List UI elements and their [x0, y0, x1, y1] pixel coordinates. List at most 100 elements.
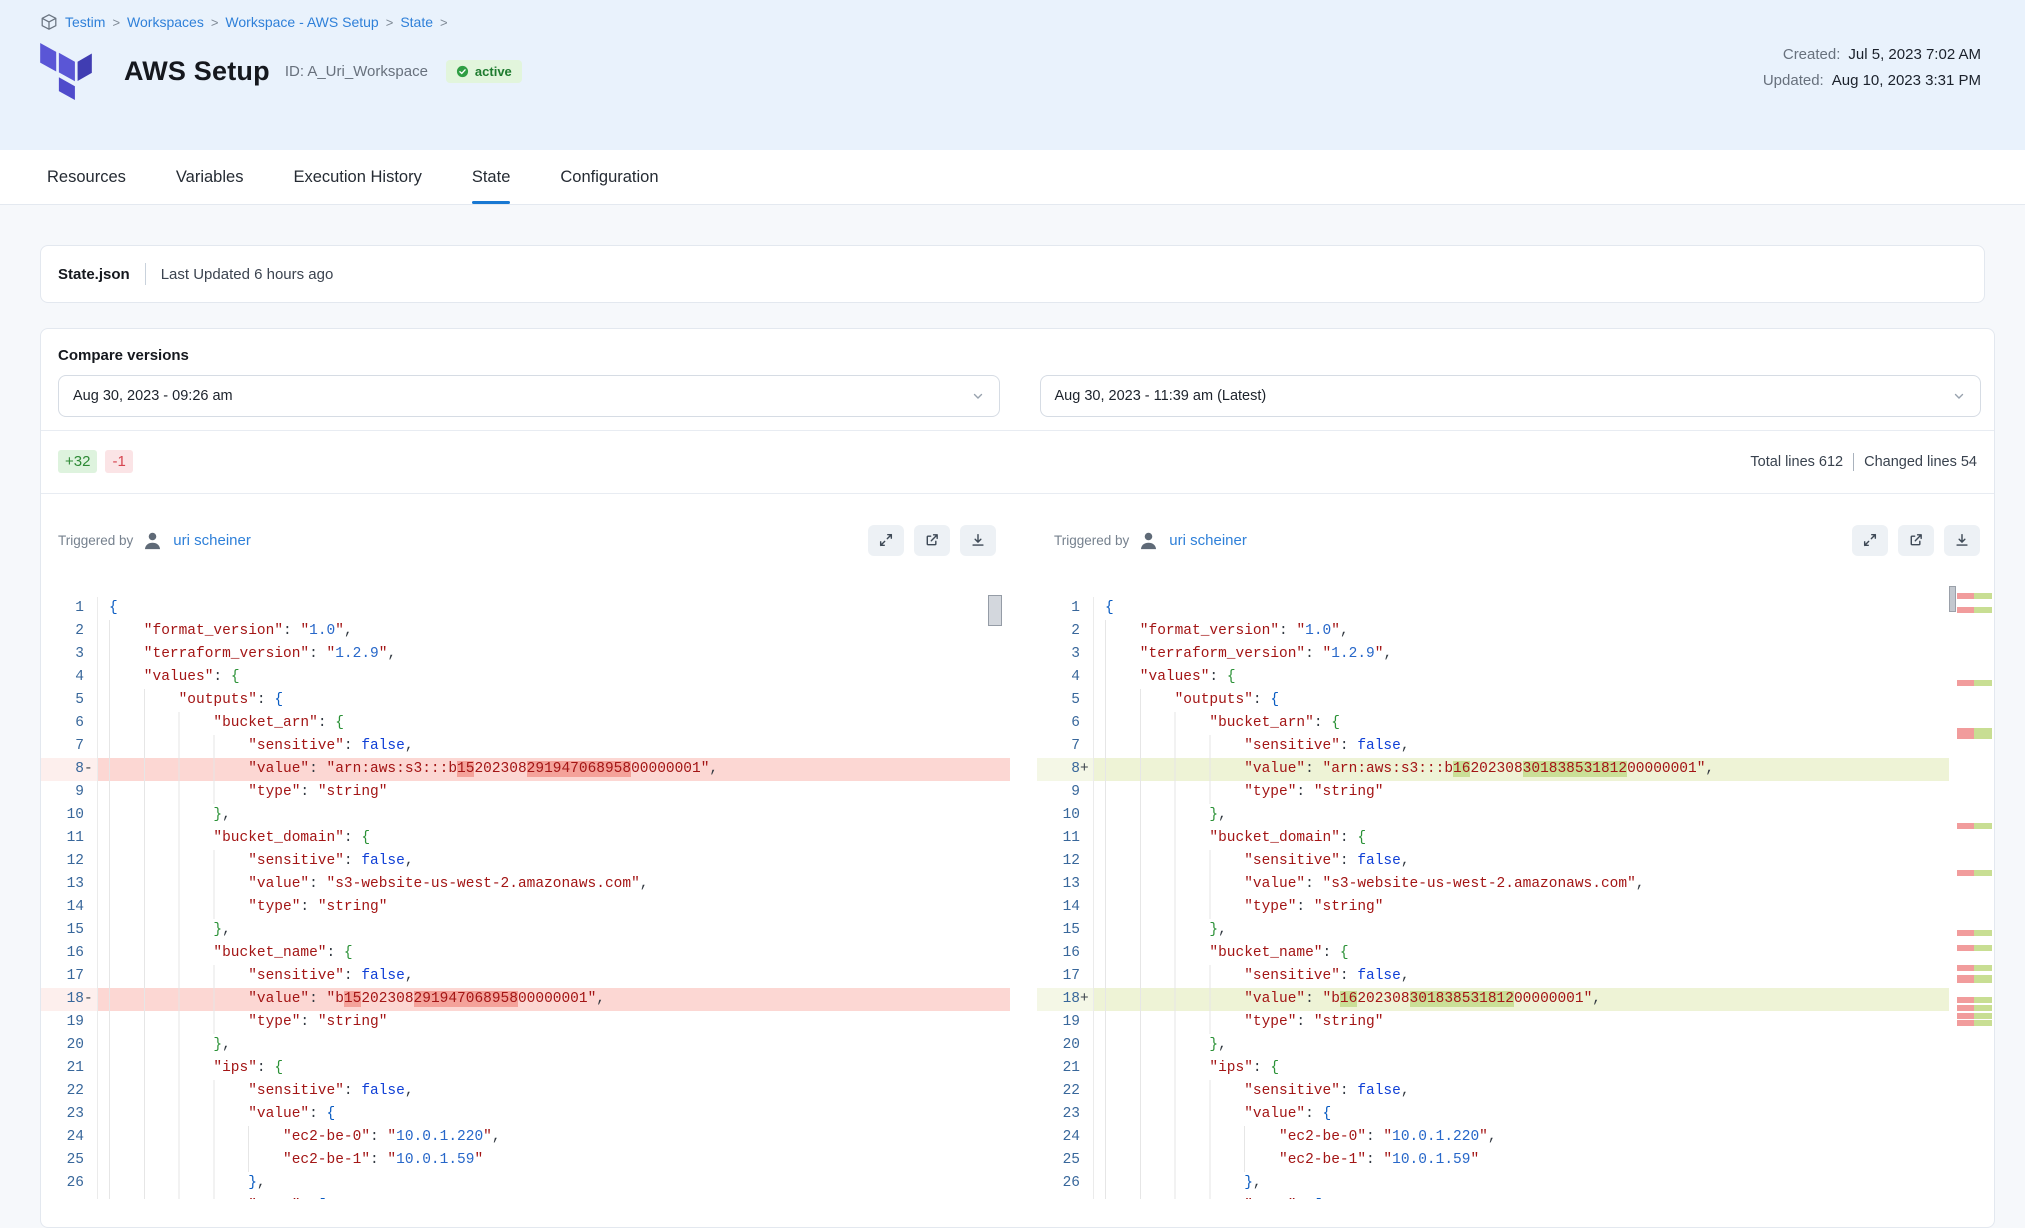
code-token: ,: [1383, 646, 1392, 662]
code-text: "bucket_name": {: [213, 942, 352, 965]
tab-resources[interactable]: Resources: [47, 150, 126, 204]
line-gutter: 16: [1037, 942, 1094, 965]
code-line: 13"value": "s3-website-us-west-2.amazona…: [41, 873, 1010, 896]
code-content: "bucket_domain": {: [1094, 827, 1949, 850]
code-line: 19"type": "string": [41, 1011, 1010, 1034]
page: Testim>Workspaces>Workspace - AWS Setup>…: [0, 0, 2025, 1228]
code-token: ,: [1488, 1129, 1497, 1145]
diff-mark-added: [1974, 997, 1992, 1003]
code-token: :: [1366, 1129, 1383, 1145]
code-token: :: [344, 853, 361, 869]
diff-mark-added: [1974, 823, 1992, 829]
diff-changed-text: 15: [344, 991, 361, 1007]
code-token: ,: [222, 807, 231, 823]
open-in-new-button[interactable]: [1898, 525, 1934, 556]
code-content: "type": "string": [1094, 1011, 1949, 1034]
code-token: :: [1340, 853, 1357, 869]
line-gutter: 3: [41, 643, 98, 666]
indent-guides: [109, 873, 215, 896]
code-token: :: [1314, 715, 1331, 731]
diff-mark-removed: [1957, 975, 1974, 983]
line-gutter: 24: [1037, 1126, 1094, 1149]
line-gutter: 15: [1037, 919, 1094, 942]
breadcrumb-link-state[interactable]: State: [400, 14, 433, 30]
code-token: {: [1357, 830, 1366, 846]
code-text: "value": {: [248, 1103, 335, 1126]
code-token: "sensitive": [1244, 853, 1340, 869]
code-line: 15},: [1037, 919, 1949, 942]
code-token: ,: [1218, 1037, 1227, 1053]
breadcrumb-link-testim[interactable]: Testim: [65, 14, 105, 30]
code-text: "values": {: [1140, 666, 1236, 689]
triggered-by-user-link[interactable]: uri scheiner: [1169, 532, 1247, 549]
diff-overview-ruler: [1949, 586, 1994, 1199]
line-number: 6: [1071, 712, 1080, 735]
diff-marker: [1080, 1195, 1090, 1199]
tab-state[interactable]: State: [472, 150, 511, 204]
download-button[interactable]: [1944, 525, 1980, 556]
code-text: "type": [: [1244, 1195, 1322, 1199]
diff-mark-added: [1974, 945, 1992, 951]
indent-guides: [1105, 643, 1107, 666]
indent-guides: [1105, 896, 1211, 919]
download-button[interactable]: [960, 525, 996, 556]
triggered-by-user-link[interactable]: uri scheiner: [173, 532, 251, 549]
code-token: }: [213, 807, 222, 823]
code-token: :: [1340, 1083, 1357, 1099]
line-number: 21: [1063, 1057, 1080, 1080]
scrollbar-thumb[interactable]: [1949, 586, 1956, 612]
diff-marker: [84, 643, 94, 666]
triggered-by-label: Triggered by: [58, 533, 133, 548]
scrollbar-thumb[interactable]: [988, 595, 1002, 626]
breadcrumb-link-workspace-aws-setup[interactable]: Workspace - AWS Setup: [225, 14, 378, 30]
diff-marker: +: [1080, 988, 1090, 1011]
updated-label: Updated:: [1763, 72, 1824, 89]
external-link-icon: [1908, 532, 1924, 548]
code-content: "value": "s3-website-us-west-2.amazonaws…: [98, 873, 1010, 896]
line-gutter: 14: [1037, 896, 1094, 919]
tab-variables[interactable]: Variables: [176, 150, 244, 204]
diff-marker: [84, 1080, 94, 1103]
code-line: 5"outputs": {: [41, 689, 1010, 712]
code-token: :: [318, 715, 335, 731]
open-in-new-button[interactable]: [914, 525, 950, 556]
breadcrumb-link-workspaces[interactable]: Workspaces: [127, 14, 204, 30]
code-token: "value": [1244, 991, 1305, 1007]
code-token: ,: [222, 1037, 231, 1053]
code-token: ,: [1401, 853, 1410, 869]
tab-execution-history[interactable]: Execution History: [293, 150, 421, 204]
code-token: :: [309, 761, 326, 777]
code-token: 1.2.9: [1331, 646, 1375, 662]
diff-marker: [1080, 1011, 1090, 1034]
compare-heading: Compare versions: [41, 329, 1994, 364]
code-token: "bucket_arn": [1209, 715, 1313, 731]
code-line: 23"value": {: [41, 1103, 1010, 1126]
line-gutter: 1: [41, 597, 98, 620]
expand-button[interactable]: [868, 525, 904, 556]
diff-marker: [84, 666, 94, 689]
code-line: 13"value": "s3-website-us-west-2.amazona…: [1037, 873, 1949, 896]
version-select-left[interactable]: Aug 30, 2023 - 09:26 am: [58, 375, 1000, 417]
tab-configuration[interactable]: Configuration: [560, 150, 658, 204]
updated-value: Aug 10, 2023 3:31 PM: [1832, 72, 1981, 89]
diff-mark-added: [1974, 965, 1992, 971]
diff-summary-row: +32 -1 Total lines 612 Changed lines 54: [41, 431, 1994, 493]
indent-guides: [109, 1126, 250, 1149]
code-token: ,: [640, 876, 649, 892]
line-gutter: 12: [1037, 850, 1094, 873]
code-token: "bucket_domain": [213, 830, 344, 846]
code-token: ,: [1218, 807, 1227, 823]
indent-guides: [109, 1103, 215, 1126]
expand-button[interactable]: [1852, 525, 1888, 556]
indent-guides: [1105, 873, 1211, 896]
code-text: "value": "b1620230830183853181200000001"…: [1244, 988, 1601, 1011]
code-token: :: [1296, 899, 1313, 915]
code-text: "ips": {: [213, 1057, 283, 1080]
diff-marker: [1080, 942, 1090, 965]
code-content: },: [1094, 1172, 1949, 1195]
version-select-right[interactable]: Aug 30, 2023 - 11:39 am (Latest): [1040, 375, 1982, 417]
line-gutter: 21: [1037, 1057, 1094, 1080]
code-token: false: [1357, 853, 1401, 869]
code-token: 00000001": [1514, 991, 1592, 1007]
code-token: {: [1340, 945, 1349, 961]
